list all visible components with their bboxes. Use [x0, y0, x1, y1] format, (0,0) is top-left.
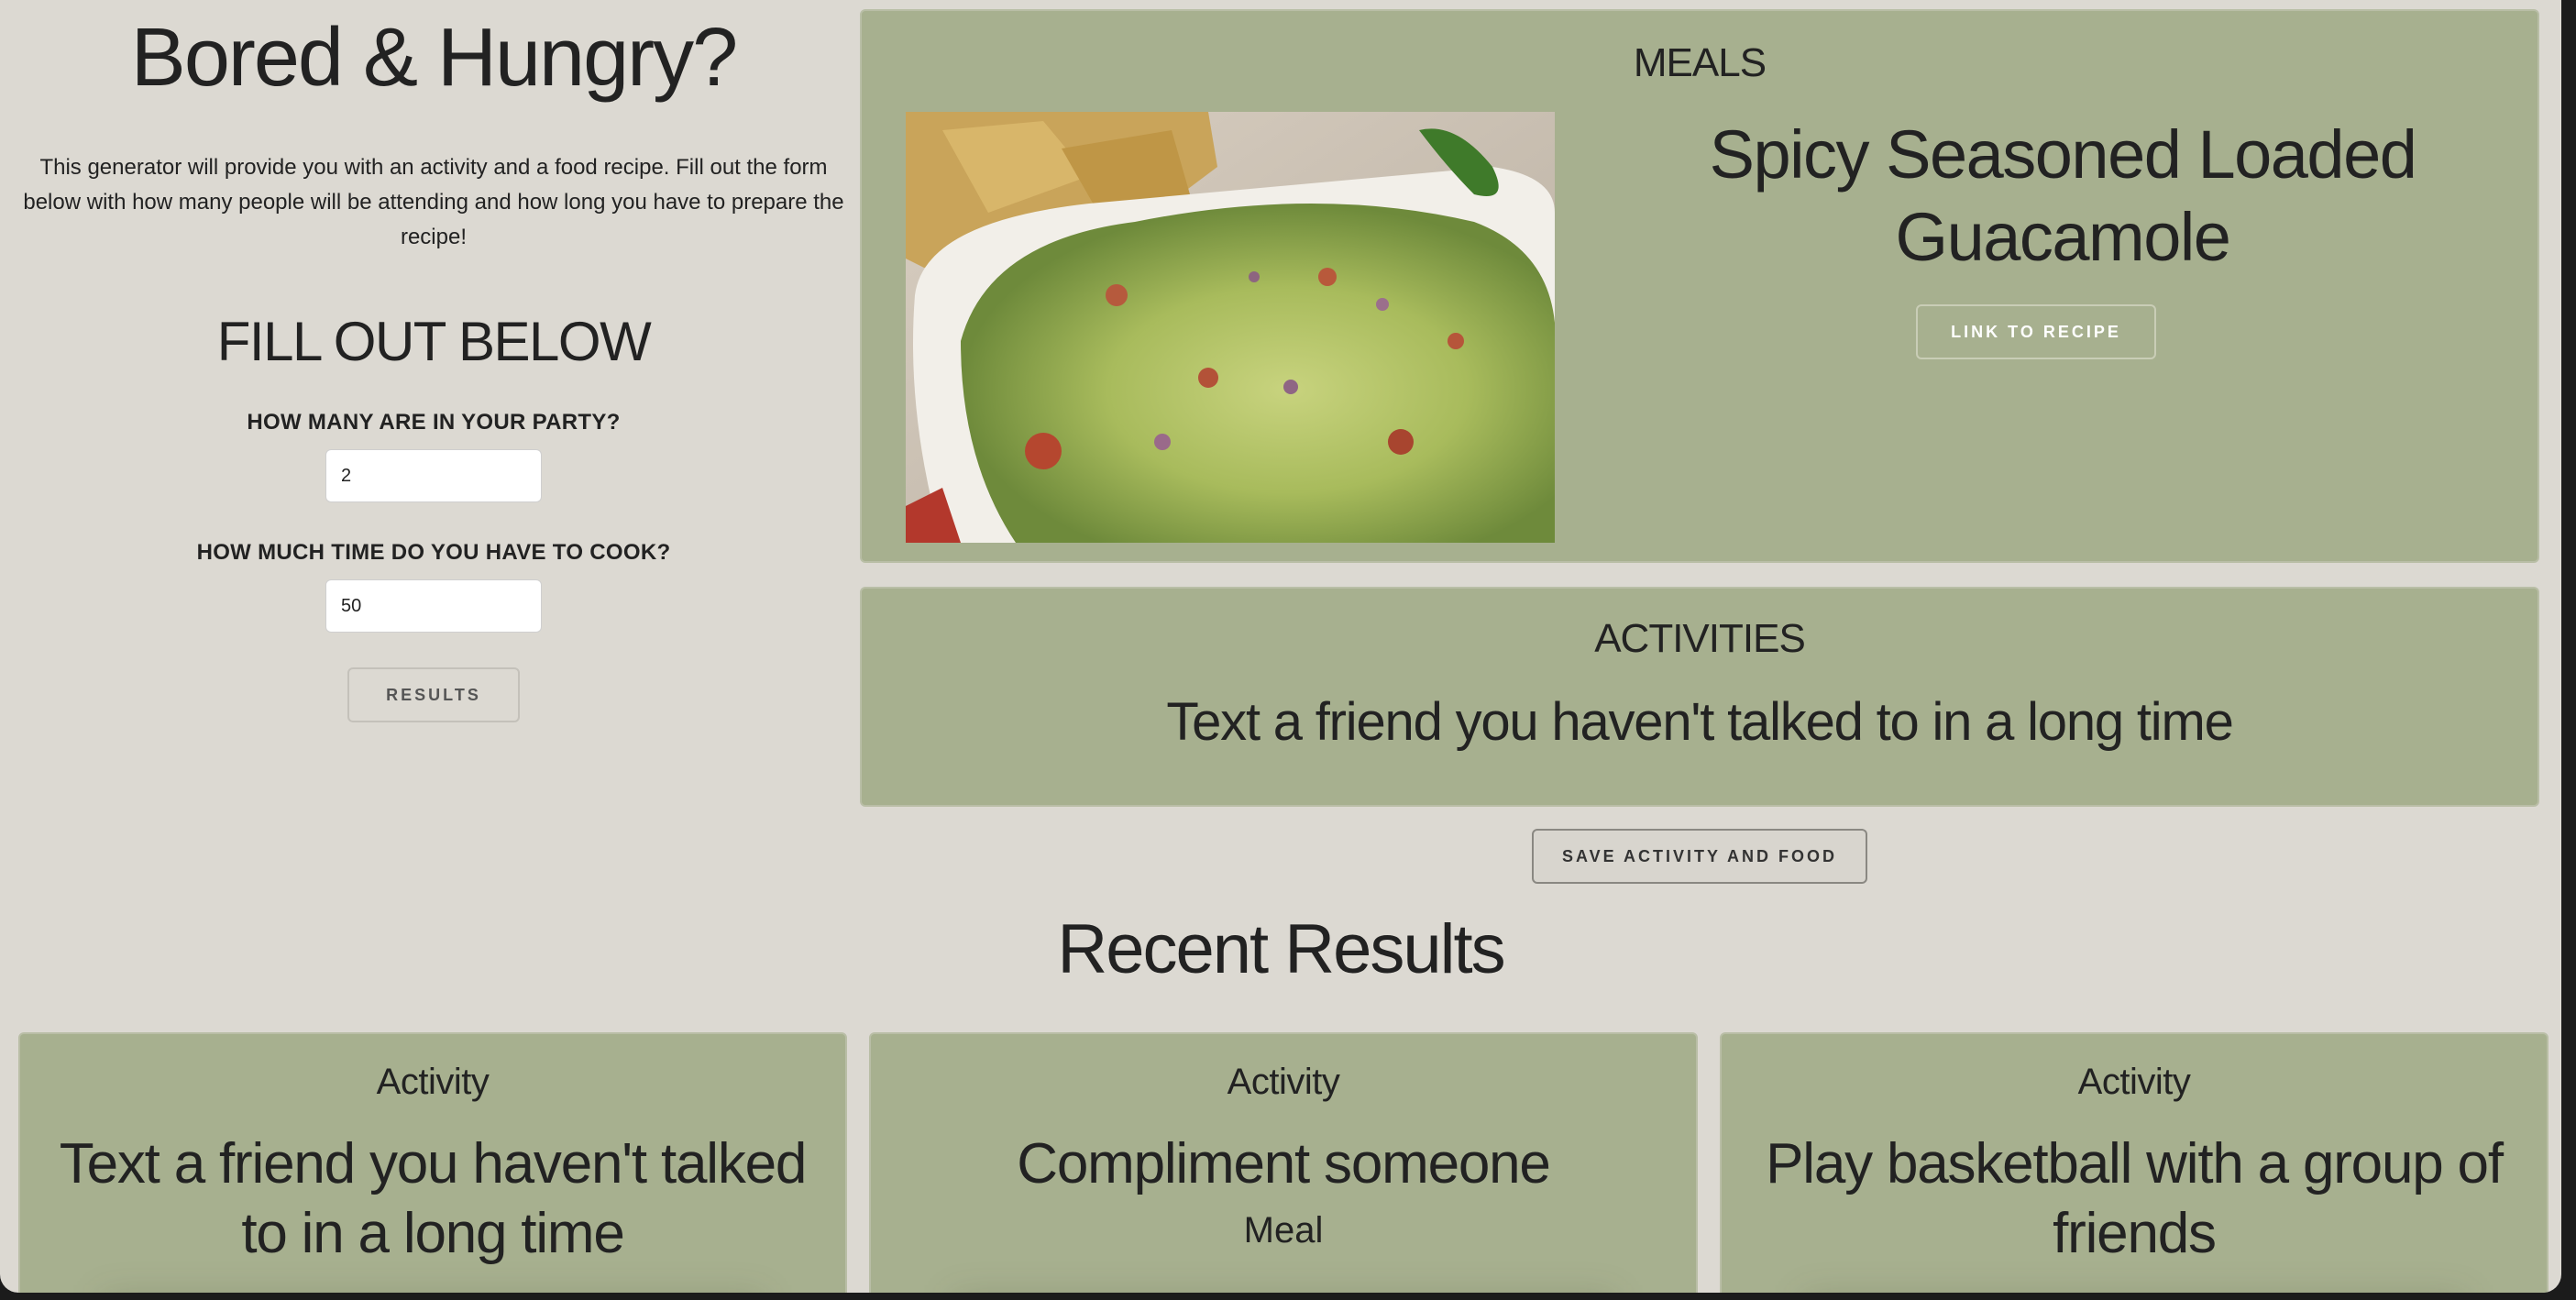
meal-title: Spicy Seasoned Loaded Guacamole	[1709, 116, 2417, 275]
party-size-input[interactable]	[325, 449, 542, 502]
app-page: Bored & Hungry? This generator will prov…	[0, 0, 2561, 1293]
card-activity-label: Activity	[2077, 1062, 2191, 1102]
cook-time-label: HOW MUCH TIME DO YOU HAVE TO COOK?	[196, 540, 671, 565]
meals-panel: MEALS Spicy Seasoned Loaded Guacamole LI…	[860, 9, 2539, 563]
link-to-recipe-button[interactable]: LINK TO RECIPE	[1916, 304, 2156, 359]
results-button[interactable]: RESULTS	[347, 667, 520, 722]
form-column: Bored & Hungry? This generator will prov…	[18, 0, 849, 722]
meals-heading: MEALS	[1633, 40, 1767, 85]
activities-panel: ACTIVITIES Text a friend you haven't tal…	[860, 587, 2539, 807]
party-size-label: HOW MANY ARE IN YOUR PARTY?	[247, 410, 621, 435]
card-activity-text: Compliment someone	[1017, 1132, 1551, 1195]
recent-result-card: Activity Compliment someone Meal	[869, 1032, 1698, 1293]
form-heading: FILL OUT BELOW	[216, 311, 652, 372]
card-activity-text: Text a friend you haven't talked to in a…	[59, 1132, 808, 1265]
card-activity-label: Activity	[376, 1062, 490, 1102]
recent-result-card: Activity Play basketball with a group of…	[1720, 1032, 2548, 1293]
cook-time-input[interactable]	[325, 579, 542, 633]
card-meal-label: Meal	[1243, 1210, 1324, 1250]
app-title: Bored & Hungry?	[130, 12, 738, 104]
recent-result-card: Activity Text a friend you haven't talke…	[18, 1032, 847, 1293]
save-activity-and-food-button[interactable]: SAVE ACTIVITY AND FOOD	[1532, 829, 1867, 884]
activity-text: Text a friend you haven't talked to in a…	[1166, 692, 2234, 752]
recent-results-list: Activity Text a friend you haven't talke…	[18, 1032, 2548, 1293]
card-activity-label: Activity	[1227, 1062, 1340, 1102]
recent-results-title: Recent Results	[1057, 910, 1505, 988]
activities-heading: ACTIVITIES	[1594, 616, 1806, 661]
guacamole-photo	[906, 112, 1555, 543]
intro-text: This generator will provide you with an …	[23, 155, 844, 249]
card-activity-text: Play basketball with a group of friends	[1766, 1132, 2504, 1265]
